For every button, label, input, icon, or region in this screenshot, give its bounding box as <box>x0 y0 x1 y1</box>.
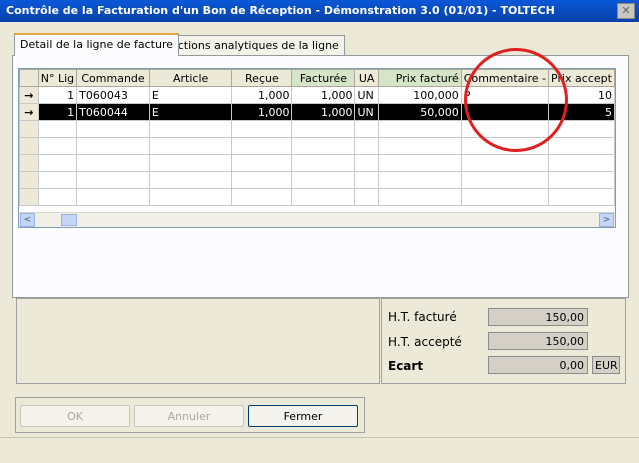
currency-badge: EUR <box>592 356 620 374</box>
totals-panel: H.T. facturé 150,00 H.T. accepté 150,00 … <box>381 298 626 384</box>
cell-invoiced[interactable]: 1,000 <box>291 86 356 104</box>
col-header-comment[interactable]: Commentaire - <box>460 69 550 87</box>
table-row[interactable]: → 1 T060043 E 1,000 1,000 UN 100,000 P 1… <box>19 86 615 104</box>
scroll-thumb[interactable] <box>61 214 77 226</box>
table-row-empty[interactable] <box>19 171 615 189</box>
cell-ua[interactable]: UN <box>354 103 379 121</box>
col-header-ua[interactable]: UA <box>354 69 379 87</box>
app-window: Contrôle de la Facturation d'un Bon de R… <box>0 0 639 463</box>
ht-accepte-value: 150,00 <box>488 332 588 350</box>
tab-sections-analytiques[interactable]: Sections analytiques de la ligne <box>158 35 345 55</box>
status-bar <box>0 437 639 463</box>
row-arrow-icon: → <box>19 103 39 121</box>
info-panel <box>16 298 380 384</box>
scroll-left-icon[interactable]: < <box>20 213 35 227</box>
cell-comment[interactable] <box>460 103 550 121</box>
col-header-article[interactable]: Article <box>148 69 233 87</box>
col-header-line[interactable]: N° Lig <box>37 69 78 87</box>
window-title: Contrôle de la Facturation d'un Bon de R… <box>6 4 555 17</box>
ht-facture-label: H.T. facturé <box>388 310 457 324</box>
ht-facture-value: 150,00 <box>488 308 588 326</box>
col-header-accepted[interactable]: Prix accept <box>548 69 615 87</box>
invoice-lines-grid[interactable]: N° Lig Commande Article Reçue Facturée U… <box>18 68 616 228</box>
cell-ua[interactable]: UN <box>354 86 379 104</box>
table-row-empty[interactable] <box>19 120 615 138</box>
close-button[interactable]: Fermer <box>248 405 358 427</box>
cell-comment[interactable]: P <box>460 86 550 104</box>
ecart-value: 0,00 <box>488 356 588 374</box>
close-icon[interactable]: ✕ <box>617 3 635 19</box>
cell-order[interactable]: T060043 <box>76 86 150 104</box>
grid-table: N° Lig Commande Article Reçue Facturée U… <box>19 69 615 206</box>
col-header-invoiced[interactable]: Facturée <box>291 69 356 87</box>
cell-article[interactable]: E <box>148 103 233 121</box>
cell-received[interactable]: 1,000 <box>231 103 293 121</box>
table-row-empty[interactable] <box>19 137 615 155</box>
cell-accepted[interactable]: 10 <box>548 86 615 104</box>
horizontal-scrollbar[interactable]: < > <box>19 212 615 227</box>
cancel-button[interactable]: Annuler <box>134 405 244 427</box>
cell-accepted[interactable]: 5 <box>548 103 615 121</box>
cell-price[interactable]: 100,000 <box>377 86 462 104</box>
table-row-empty[interactable] <box>19 154 615 172</box>
scroll-right-icon[interactable]: > <box>599 213 614 227</box>
row-indicator-header <box>19 69 39 87</box>
cell-line[interactable]: 1 <box>37 86 78 104</box>
grid-header-row: N° Lig Commande Article Reçue Facturée U… <box>19 69 615 87</box>
table-row-selected[interactable]: → 1 T060044 E 1,000 1,000 UN 50,000 5 <box>19 103 615 121</box>
cell-received[interactable]: 1,000 <box>231 86 293 104</box>
ecart-label: Ecart <box>388 359 424 373</box>
cell-article[interactable]: E <box>148 86 233 104</box>
row-arrow-icon: → <box>19 86 39 104</box>
col-header-received[interactable]: Reçue <box>231 69 293 87</box>
col-header-price[interactable]: Prix facturé <box>377 69 462 87</box>
table-row-empty[interactable] <box>19 188 615 206</box>
cell-invoiced[interactable]: 1,000 <box>291 103 356 121</box>
ok-button[interactable]: OK <box>20 405 130 427</box>
action-buttons: OK Annuler Fermer <box>15 397 365 433</box>
col-header-order[interactable]: Commande <box>76 69 150 87</box>
ht-accepte-label: H.T. accepté <box>388 335 462 349</box>
tab-label: Sections analytiques de la ligne <box>164 39 339 52</box>
tab-label: Detail de la ligne de facture <box>20 38 174 51</box>
tab-detail-ligne[interactable]: Detail de la ligne de facture <box>14 33 180 56</box>
cell-line[interactable]: 1 <box>37 103 78 121</box>
cell-order[interactable]: T060044 <box>76 103 150 121</box>
cell-price[interactable]: 50,000 <box>377 103 462 121</box>
title-bar: Contrôle de la Facturation d'un Bon de R… <box>0 0 639 22</box>
